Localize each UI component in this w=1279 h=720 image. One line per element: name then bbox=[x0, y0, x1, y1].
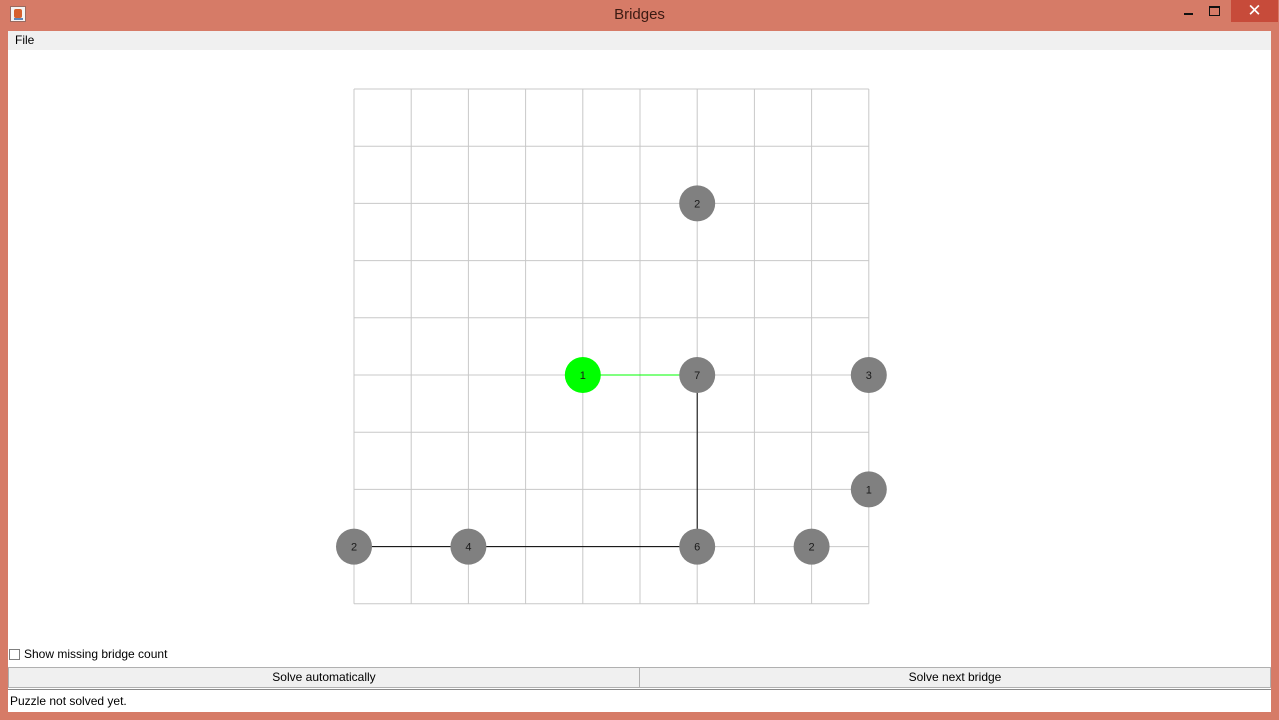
status-text: Puzzle not solved yet. bbox=[10, 694, 127, 708]
island-value: 7 bbox=[694, 370, 700, 382]
solve-next-bridge-button[interactable]: Solve next bridge bbox=[639, 667, 1271, 688]
island-value: 4 bbox=[465, 542, 471, 554]
client-area: File 217312462 Show missing bridge count… bbox=[8, 31, 1271, 712]
puzzle-board[interactable]: 2 1 7 3 1 2 4 6 2 bbox=[0, 0, 1279, 720]
options-row: Show missing bridge count bbox=[8, 645, 167, 663]
island-value: 2 bbox=[694, 198, 700, 210]
island-value: 1 bbox=[866, 484, 872, 496]
solve-automatically-button[interactable]: Solve automatically bbox=[8, 667, 640, 688]
island-value: 2 bbox=[809, 542, 815, 554]
island-value: 1 bbox=[580, 370, 586, 382]
island-value: 3 bbox=[866, 370, 872, 382]
status-bar: Puzzle not solved yet. bbox=[8, 689, 1271, 712]
island-value: 2 bbox=[351, 542, 357, 554]
show-missing-checkbox[interactable] bbox=[9, 648, 20, 660]
island-value: 6 bbox=[694, 542, 700, 554]
show-missing-label: Show missing bridge count bbox=[24, 647, 168, 661]
